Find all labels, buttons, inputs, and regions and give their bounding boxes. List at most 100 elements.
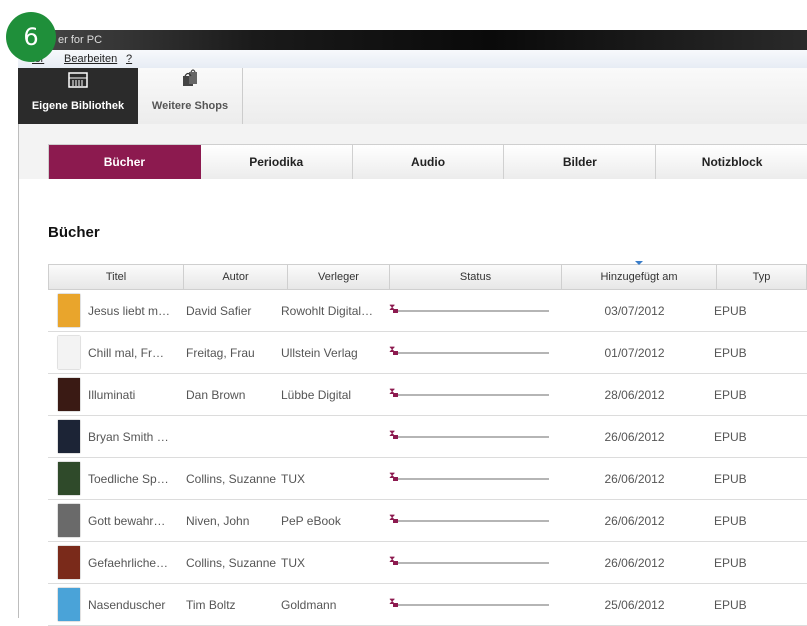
tab-pictures[interactable]: Bilder [504,145,657,179]
book-cover-thumbnail [58,420,80,453]
file-type: EPUB [714,387,747,402]
section-title: Bücher [48,224,100,241]
table-row[interactable]: Chill mal, Fr… Freitag, Frau Ullstein Verl… [48,332,807,374]
book-cover-thumbnail [58,294,80,327]
book-title: Nasenduscher [88,597,166,612]
tab-audio[interactable]: Audio [353,145,505,179]
book-title: Gefaehrliche… [88,555,169,570]
toolbar: Eigene Bibliothek Weitere Shops [18,68,807,125]
column-header-type[interactable]: Typ [717,265,806,289]
book-publisher: PeP eBook [281,513,341,528]
date-added: 03/07/2012 [604,303,665,318]
table-body: Jesus liebt m… David Safier Rowohlt Digita… [48,290,807,626]
book-publisher: TUX [281,555,305,570]
reading-progress-bar [393,477,549,481]
book-cover-thumbnail [58,378,80,411]
book-publisher: Lübbe Digital [281,387,352,402]
reading-status: ⧗ [385,542,557,583]
date-added: 26/06/2012 [604,555,665,570]
tab-notepad[interactable]: Notizblock [656,145,807,179]
date-added: 26/06/2012 [604,429,665,444]
reading-progress-bar [393,351,549,355]
book-author: Collins, Suzanne [186,555,277,570]
date-added: 01/07/2012 [604,345,665,360]
column-header-added[interactable]: Hinzugefügt am [562,265,717,289]
book-title: Illuminati [88,387,136,402]
date-added: 28/06/2012 [604,387,665,402]
book-publisher: Goldmann [281,597,337,612]
table-row[interactable]: Jesus liebt m… David Safier Rowohlt Digita… [48,290,807,332]
table-header: Titel Autor Verleger Status Hinzugefügt … [48,261,807,290]
book-cover-cell [48,290,88,331]
book-cover-thumbnail [58,504,80,537]
reading-status: ⧗ [385,332,557,373]
tab-periodicals[interactable]: Periodika [201,145,353,179]
table-row[interactable]: Gott bewahr… Niven, John PeP eBook ⧗ 26/06/2… [48,500,807,542]
book-cover-thumbnail [58,336,80,369]
file-type: EPUB [714,303,747,318]
book-publisher: Ullstein Verlag [281,345,358,360]
book-cover-cell [48,542,88,583]
bookmark-marker-icon: ⧗ [389,302,396,312]
reading-progress-bar [393,393,549,397]
book-cover-cell [48,332,88,373]
book-cover-cell [48,458,88,499]
reading-status: ⧗ [385,374,557,415]
more-shops-label: Weitere Shops [151,100,229,112]
column-header-publisher[interactable]: Verleger [288,265,390,289]
reading-status: ⧗ [385,500,557,541]
date-added: 25/06/2012 [604,597,665,612]
step-number-badge: 6 [6,12,56,62]
library-shelf-icon [18,68,138,98]
reading-progress-bar [393,603,549,607]
table-row[interactable]: Nasenduscher Tim Boltz Goldmann ⧗ 25/06/2012… [48,584,807,626]
table-row[interactable]: Toedliche Sp… Collins, Suzanne TUX ⧗ 26/06/2… [48,458,807,500]
book-title: Gott bewahr… [88,513,166,528]
book-title: Bryan Smith … [88,429,169,444]
bookmark-marker-icon: ⧗ [389,554,396,564]
bookmark-marker-icon: ⧗ [389,386,396,396]
book-cover-cell [48,374,88,415]
reading-status: ⧗ [385,416,557,457]
shopping-bags-icon [138,68,242,98]
table-row[interactable]: Gefaehrliche… Collins, Suzanne TUX ⧗ 26/06/2… [48,542,807,584]
reading-status: ⧗ [385,584,557,625]
table-row[interactable]: Bryan Smith … ⧗ 26/06/2012 EPUB [48,416,807,458]
more-shops-button[interactable]: Weitere Shops [138,68,243,124]
reading-progress-bar [393,519,549,523]
reading-status: ⧗ [385,458,557,499]
column-header-title[interactable]: Titel [49,265,184,289]
book-publisher: TUX [281,471,305,486]
table-row[interactable]: Illuminati Dan Brown Lübbe Digital ⧗ 28/06/2… [48,374,807,416]
book-cover-thumbnail [58,462,80,495]
book-author: Niven, John [186,513,250,528]
reading-progress-bar [393,435,549,439]
menu-edit[interactable]: Bearbeiten [64,50,117,68]
file-type: EPUB [714,429,747,444]
window-titlebar[interactable]: er for PC [18,30,807,50]
bookmark-marker-icon: ⧗ [389,596,396,606]
my-library-label: Eigene Bibliothek [31,100,125,112]
book-author: Tim Boltz [186,597,236,612]
category-tabs: Bücher Periodika Audio Bilder Notizblock [48,144,807,179]
bookmark-marker-icon: ⧗ [389,512,396,522]
column-header-author[interactable]: Autor [184,265,288,289]
menu-help[interactable]: ? [126,50,132,68]
book-cover-thumbnail [58,588,80,621]
bookmark-marker-icon: ⧗ [389,470,396,480]
file-type: EPUB [714,345,747,360]
tab-books[interactable]: Bücher [49,145,201,179]
book-author: David Safier [186,303,252,318]
reading-progress-bar [393,561,549,565]
book-author: Dan Brown [186,387,246,402]
file-type: EPUB [714,471,747,486]
book-cover-cell [48,416,88,457]
file-type: EPUB [714,555,747,570]
book-publisher: Rowohlt Digital… [281,303,374,318]
date-added: 26/06/2012 [604,513,665,528]
book-author: Collins, Suzanne [186,471,277,486]
book-author: Freitag, Frau [186,345,255,360]
books-table: Titel Autor Verleger Status Hinzugefügt … [48,261,807,626]
column-header-status[interactable]: Status [390,265,562,289]
my-library-button[interactable]: Eigene Bibliothek [18,68,138,124]
